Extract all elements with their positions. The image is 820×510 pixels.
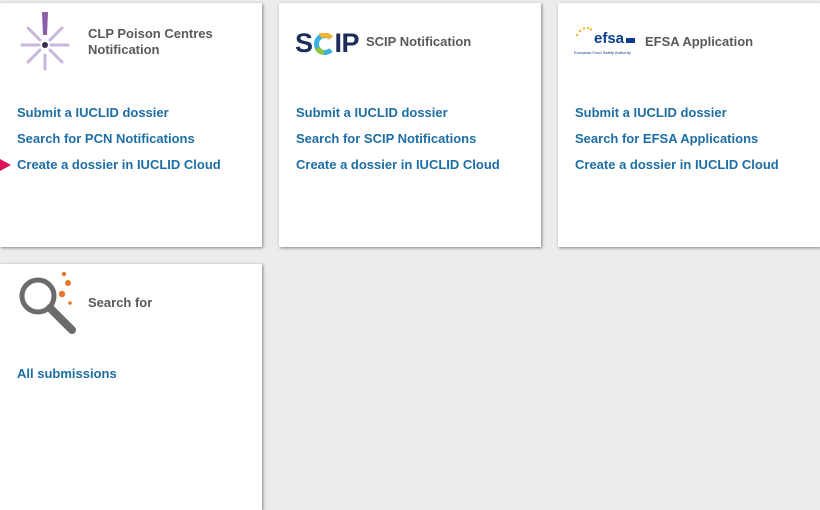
search-pcn-notifications-link[interactable]: Search for PCN Notifications bbox=[17, 126, 252, 152]
pointer-arrow-icon bbox=[0, 159, 11, 171]
search-scip-notifications-link[interactable]: Search for SCIP Notifications bbox=[296, 126, 531, 152]
efsa-dots-icon bbox=[575, 26, 593, 37]
card-title: CLP Poison Centres Notification bbox=[88, 26, 213, 58]
card-links: Submit a IUCLID dossier Search for EFSA … bbox=[575, 100, 810, 178]
create-dossier-iuclid-cloud-link[interactable]: Create a dossier in IUCLID Cloud bbox=[296, 152, 531, 178]
card-header: S IP SCIP Notification bbox=[279, 3, 541, 83]
card-clp-pcn: CLP Poison Centres Notification Submit a… bbox=[0, 3, 262, 247]
submit-iuclid-dossier-link[interactable]: Submit a IUCLID dossier bbox=[17, 100, 252, 126]
card-header: Search for bbox=[0, 264, 262, 344]
submit-iuclid-dossier-link[interactable]: Submit a IUCLID dossier bbox=[296, 100, 531, 126]
card-title-line2: Notification bbox=[88, 42, 160, 57]
scip-logo: S IP bbox=[295, 28, 360, 58]
all-submissions-link[interactable]: All submissions bbox=[17, 361, 252, 387]
efsa-logo-word: efsa bbox=[594, 30, 625, 47]
card-header: efsa European Food Safety Authority EFSA… bbox=[558, 3, 820, 83]
exclamation-burst-icon bbox=[20, 12, 70, 71]
efsa-logo-subtext: European Food Safety Authority bbox=[574, 50, 631, 55]
submit-iuclid-dossier-link[interactable]: Submit a IUCLID dossier bbox=[575, 100, 810, 126]
efsa-logo-bar bbox=[626, 38, 636, 43]
card-links: All submissions bbox=[17, 361, 252, 387]
card-scip: S IP SCIP Notification Submit a IUCLID d… bbox=[279, 3, 541, 247]
create-dossier-iuclid-cloud-link[interactable]: Create a dossier in IUCLID Cloud bbox=[17, 152, 252, 178]
magnifier-icon bbox=[19, 271, 76, 334]
create-dossier-iuclid-cloud-link[interactable]: Create a dossier in IUCLID Cloud bbox=[575, 152, 810, 178]
card-header: CLP Poison Centres Notification bbox=[0, 3, 262, 83]
efsa-logo: efsa European Food Safety Authority bbox=[574, 26, 638, 62]
card-title: SCIP Notification bbox=[366, 34, 472, 49]
search-efsa-applications-link[interactable]: Search for EFSA Applications bbox=[575, 126, 810, 152]
card-search: Search for All submissions bbox=[0, 264, 262, 510]
card-title-line1: CLP Poison Centres bbox=[88, 26, 213, 41]
card-links: Submit a IUCLID dossier Search for SCIP … bbox=[296, 100, 531, 178]
scip-logo-ip: IP bbox=[334, 28, 360, 58]
scip-logo-c-icon bbox=[313, 32, 333, 55]
efsa-logo-text: efsa bbox=[594, 30, 636, 47]
card-title: Search for bbox=[88, 295, 153, 310]
scip-logo-s: S bbox=[295, 28, 313, 58]
card-links: Submit a IUCLID dossier Search for PCN N… bbox=[17, 100, 252, 178]
card-title: EFSA Application bbox=[645, 34, 754, 49]
card-efsa: efsa European Food Safety Authority EFSA… bbox=[558, 3, 820, 247]
